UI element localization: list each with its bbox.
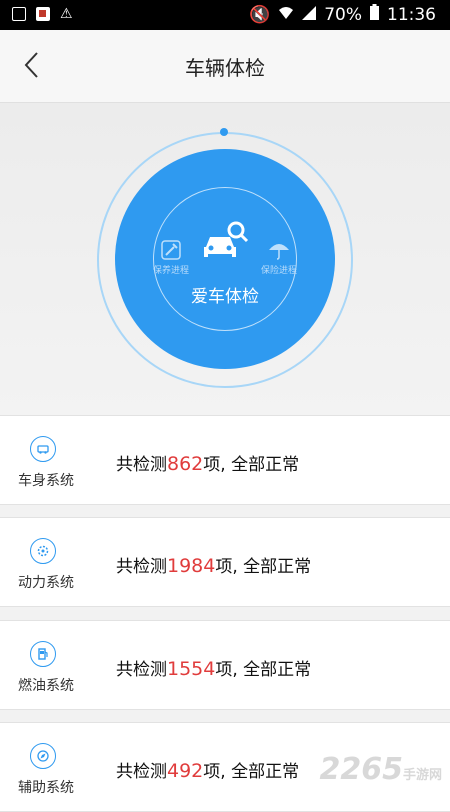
app-bar: 车辆体检 bbox=[0, 30, 450, 103]
maintenance-label: 保养进程 bbox=[152, 266, 189, 276]
system-row-power[interactable]: 动力系统 共检测1984项, 全部正常 bbox=[0, 517, 450, 607]
check-count: 862 bbox=[167, 453, 204, 475]
battery-icon bbox=[370, 4, 379, 25]
system-summary: 共检测1984项, 全部正常 bbox=[116, 552, 311, 577]
watermark: 2265手游网 bbox=[319, 752, 442, 787]
checkup-label: 爱车体检 bbox=[191, 287, 259, 307]
watermark-sub: 手游网 bbox=[402, 768, 442, 783]
system-name: 车身系统 bbox=[18, 473, 74, 489]
signal-icon bbox=[302, 5, 317, 25]
system-summary: 共检测862项, 全部正常 bbox=[116, 450, 299, 475]
system-name: 动力系统 bbox=[18, 575, 74, 591]
system-name: 燃油系统 bbox=[18, 678, 74, 694]
image-notification-icon bbox=[12, 7, 26, 21]
status-bar: ⚠ 🔇 70% 11:36 bbox=[0, 0, 450, 30]
battery-percent: 70% bbox=[324, 4, 362, 25]
progress-dot bbox=[220, 128, 228, 136]
check-count: 492 bbox=[167, 760, 204, 782]
fuel-icon bbox=[30, 641, 56, 667]
wrench-icon bbox=[161, 240, 181, 260]
insurance-progress: 保险进程 bbox=[259, 239, 299, 276]
summary-suffix: 项, 全部正常 bbox=[215, 557, 312, 577]
summary-suffix: 项, 全部正常 bbox=[215, 660, 312, 680]
page-title: 车辆体检 bbox=[185, 56, 265, 80]
system-summary: 共检测1554项, 全部正常 bbox=[116, 655, 311, 680]
summary-prefix: 共检测 bbox=[116, 455, 167, 475]
umbrella-icon bbox=[269, 244, 289, 260]
watermark-main: 2265 bbox=[319, 752, 403, 787]
start-checkup-button[interactable]: 保养进程 爱车体检 保险进程 bbox=[115, 149, 335, 369]
check-count: 1554 bbox=[167, 658, 216, 680]
car-search-icon bbox=[204, 221, 249, 257]
checkup-hero: 保养进程 爱车体检 保险进程 bbox=[0, 103, 450, 415]
summary-prefix: 共检测 bbox=[116, 557, 167, 577]
maintenance-progress: 保养进程 bbox=[151, 239, 191, 276]
system-summary: 共检测492项, 全部正常 bbox=[116, 757, 299, 782]
check-count: 1984 bbox=[167, 555, 216, 577]
engine-icon bbox=[30, 538, 56, 564]
mute-icon: 🔇 bbox=[249, 4, 271, 25]
summary-suffix: 项, 全部正常 bbox=[203, 762, 300, 782]
app-notification-icon bbox=[36, 7, 50, 21]
system-row-body[interactable]: 车身系统 共检测862项, 全部正常 bbox=[0, 415, 450, 505]
insurance-label: 保险进程 bbox=[260, 266, 297, 276]
system-name: 辅助系统 bbox=[18, 780, 74, 796]
compass-icon bbox=[30, 743, 56, 769]
clock: 11:36 bbox=[387, 4, 436, 25]
wifi-icon bbox=[278, 5, 294, 25]
system-row-fuel[interactable]: 燃油系统 共检测1554项, 全部正常 bbox=[0, 620, 450, 710]
summary-suffix: 项, 全部正常 bbox=[203, 455, 300, 475]
warning-icon: ⚠ bbox=[60, 6, 73, 22]
car-body-icon bbox=[30, 436, 56, 462]
summary-prefix: 共检测 bbox=[116, 762, 167, 782]
summary-prefix: 共检测 bbox=[116, 660, 167, 680]
